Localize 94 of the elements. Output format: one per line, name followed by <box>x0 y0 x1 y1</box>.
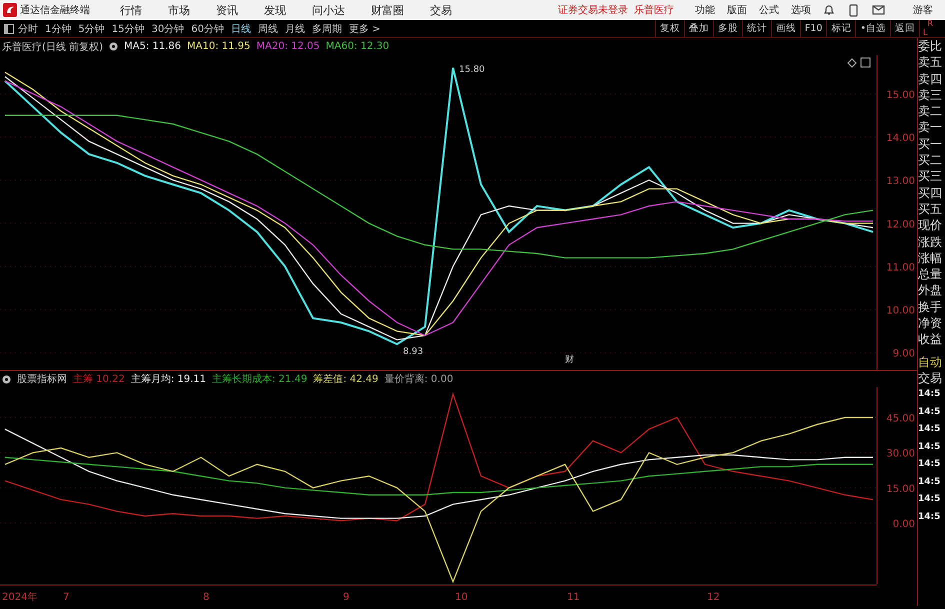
panel-toggle-icon[interactable] <box>4 24 14 34</box>
stock-title: 乐普医疗(日线 前复权) <box>2 40 103 54</box>
menu-item[interactable]: 财富圈 <box>371 2 404 18</box>
logo-icon <box>3 3 17 17</box>
menu-item[interactable]: 公式 <box>759 3 779 17</box>
quote-label: 现价 <box>918 217 943 234</box>
ma-legend: MA5: 11.86 <box>124 41 181 52</box>
quote-label: 买五 <box>918 200 943 218</box>
trade-time: 14:5 <box>918 406 942 419</box>
quote-label: 总量 <box>918 266 943 282</box>
auto-label[interactable]: 自动 <box>918 354 945 370</box>
indicator-title: 股票指标网 <box>17 372 67 386</box>
quote-label: 买一 <box>918 136 943 152</box>
trade-time: 14:5 <box>918 510 942 524</box>
quote-label: 卖二 <box>918 103 943 120</box>
menu-item[interactable]: 交易 <box>430 2 452 18</box>
quote-label: 卖三 <box>918 86 943 104</box>
quote-label: 涨幅 <box>918 250 943 266</box>
mail-icon[interactable] <box>872 5 885 15</box>
quote-label: 外盘 <box>918 282 943 299</box>
menu-item[interactable]: 行情 <box>120 2 142 18</box>
price-axis-label: 15.00 <box>886 90 915 101</box>
bell-icon[interactable] <box>823 4 835 16</box>
trade-time: 14:5 <box>918 458 942 472</box>
trade-time: 14:5 <box>918 388 942 402</box>
price-axis-label: 9.00 <box>892 348 915 360</box>
event-marker: 财 <box>565 355 574 365</box>
period-tab[interactable]: 多周期 <box>312 22 342 36</box>
trade-time: 14:5 <box>918 476 942 489</box>
menu-item[interactable]: 版面 <box>727 3 747 17</box>
date-axis-label: 9 <box>343 592 350 603</box>
date-axis-label: 10 <box>455 592 468 603</box>
quote-label: 涨跌 <box>918 234 943 250</box>
price-axis-label: 12.00 <box>886 219 915 230</box>
chart-annotation: 15.80 <box>459 64 485 75</box>
date-axis-label: 7 <box>63 592 70 603</box>
period-tab[interactable]: 日线 <box>230 22 251 36</box>
menu-item[interactable]: 选项 <box>791 3 811 17</box>
quote-label: 卖五 <box>918 54 943 71</box>
indicator-legend: 主筹 10.22 <box>73 372 125 386</box>
date-axis-label: 8 <box>203 592 210 603</box>
price-axis-label: 14.00 <box>886 132 915 144</box>
date-axis-label: 11 <box>567 592 580 603</box>
period-tab[interactable]: 周线 <box>258 22 278 36</box>
indicator-legend: 主筹月均: 19.11 <box>130 372 206 386</box>
quote-label: 买二 <box>918 152 943 168</box>
period-tab[interactable]: 分时 <box>18 22 38 36</box>
price-axis-label: 13.00 <box>886 176 915 188</box>
period-tab[interactable]: 1分钟 <box>45 22 72 36</box>
period-tab[interactable]: 更多 > <box>348 22 381 36</box>
ma-legend: MA60: 12.30 <box>326 41 390 52</box>
indicator-axis-label: 15.00 <box>886 484 915 495</box>
indicator-axis-label: 30.00 <box>886 448 915 460</box>
quote-label: 卖一 <box>918 119 943 136</box>
period-tab[interactable]: 15分钟 <box>112 22 144 36</box>
ma-legend: MA20: 12.05 <box>256 41 320 52</box>
quote-label: 收益 <box>918 331 943 348</box>
trade-label: 交易 <box>918 370 943 386</box>
notice-link[interactable]: 乐普医疗 <box>634 3 674 17</box>
menu-item[interactable]: 发现 <box>264 2 286 18</box>
notice-link[interactable]: 证券交易未登录 <box>558 3 628 17</box>
right-label[interactable]: R <box>927 20 934 28</box>
indicator-legend: 量价背离: 0.00 <box>384 372 454 386</box>
indicator-axis-label: 0.00 <box>892 519 915 530</box>
price-axis-label: 10.00 <box>886 306 915 317</box>
menu-item[interactable]: 资讯 <box>216 2 238 18</box>
left-label[interactable]: L <box>923 29 928 37</box>
quote-label: 净资 <box>918 315 943 332</box>
period-tab[interactable]: 60分钟 <box>191 22 224 36</box>
quote-label: 买四 <box>918 184 943 201</box>
period-tab[interactable]: 30分钟 <box>151 22 184 36</box>
chart-annotation: 8.93 <box>403 347 424 358</box>
menu-item[interactable]: 功能 <box>695 3 715 17</box>
date-axis-label: 12 <box>707 592 720 603</box>
trade-time: 14:5 <box>918 440 942 454</box>
price-axis-label: 11.00 <box>886 262 915 274</box>
indicator-axis-label: 45.00 <box>886 414 915 424</box>
user-label[interactable]: 游客 <box>913 3 933 17</box>
indicator-legend: 筹差值: 42.49 <box>313 372 378 386</box>
window-title: 通达信金融终端 <box>20 4 90 17</box>
quote-label: 买三 <box>918 168 943 185</box>
period-tab[interactable]: 月线 <box>284 22 305 36</box>
indicator-legend: 主筹长期成本: 21.49 <box>212 372 308 386</box>
menu-item[interactable]: 问小达 <box>312 2 345 18</box>
trade-time: 14:5 <box>918 493 942 506</box>
quote-label: 换手 <box>918 298 943 316</box>
phone-icon[interactable] <box>849 4 858 16</box>
quote-label: 委比 <box>918 38 943 54</box>
period-tab[interactable]: 5分钟 <box>78 22 105 36</box>
year-label: 2024年 <box>2 592 38 603</box>
trade-time: 14:5 <box>918 423 942 436</box>
quote-label: 卖四 <box>918 70 943 87</box>
menu-item[interactable]: 市场 <box>168 2 190 18</box>
ma-legend: MA10: 11.95 <box>187 41 250 52</box>
